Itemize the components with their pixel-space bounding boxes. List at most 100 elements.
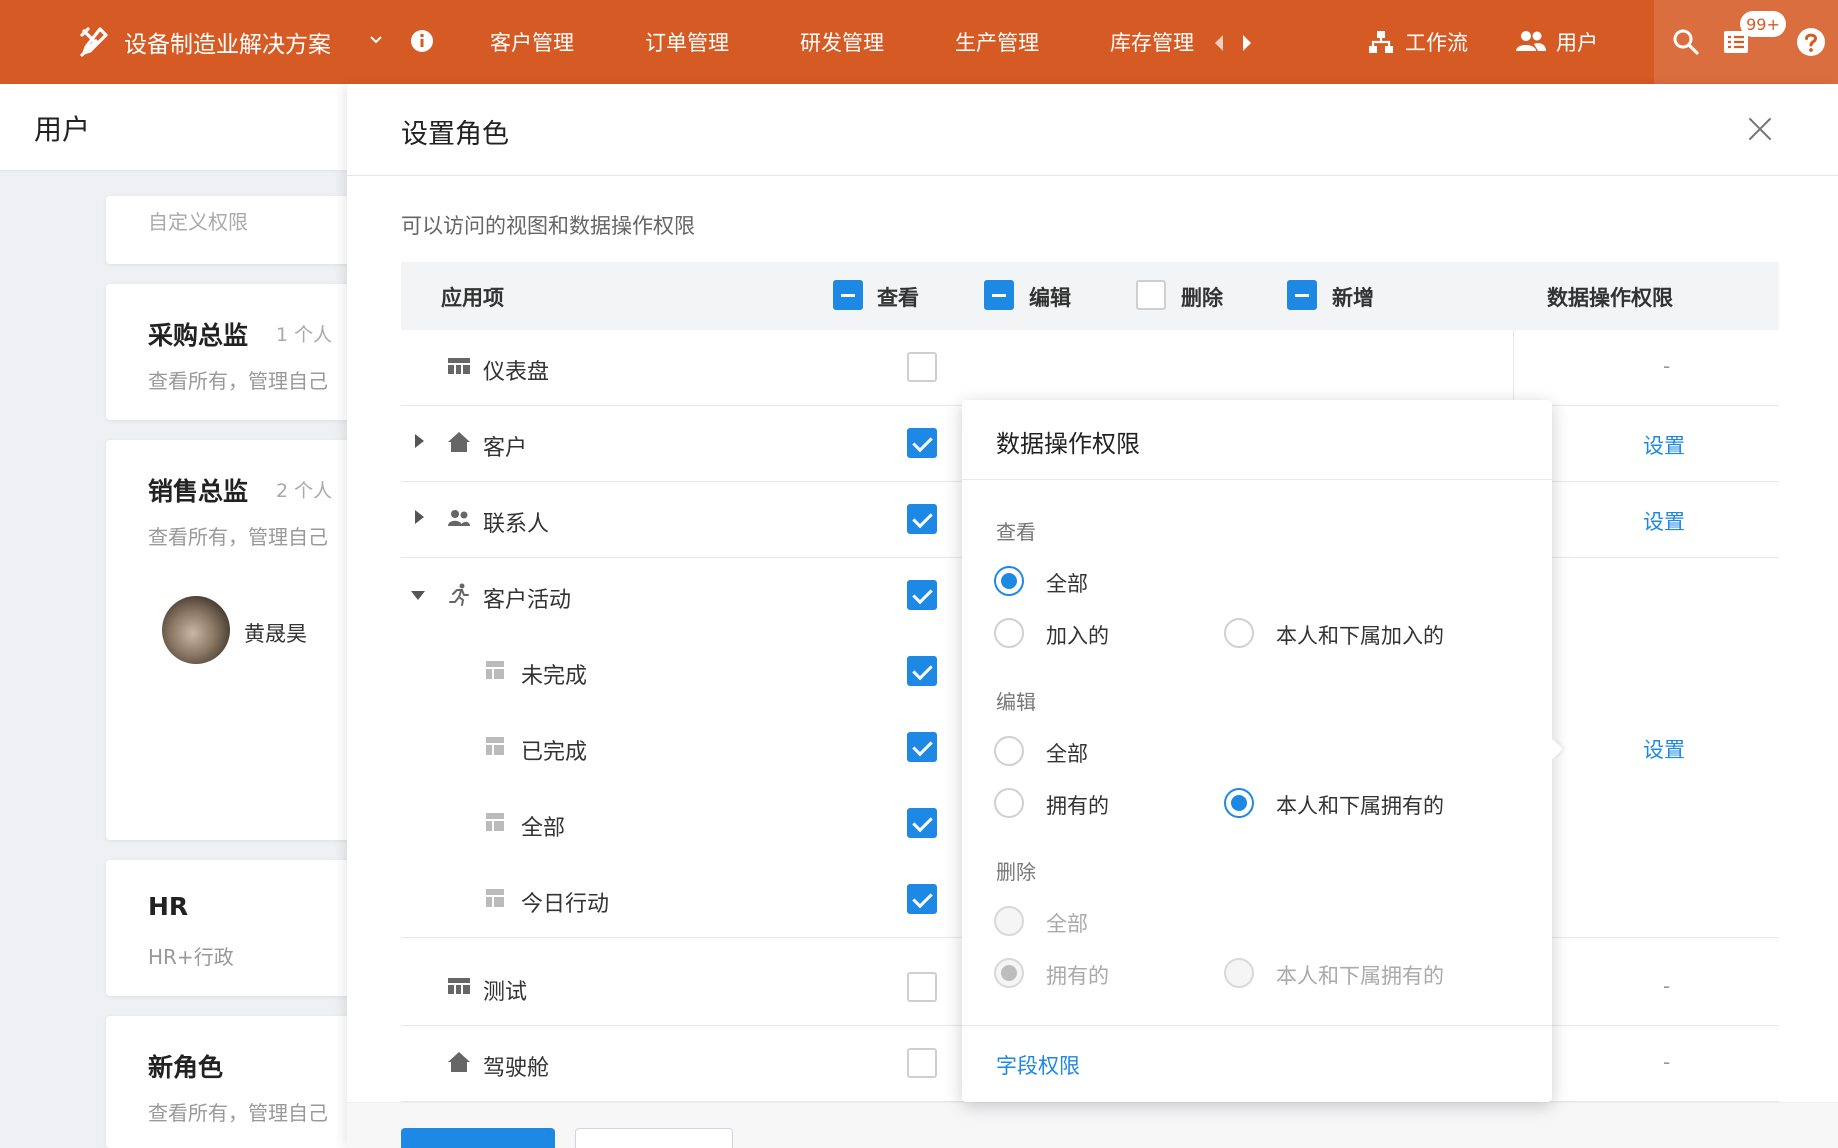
role-desc: 查看所有，管理自己 bbox=[148, 369, 328, 393]
row-label: 全部 bbox=[521, 816, 566, 841]
table-header: 应用项 查看 编辑 删除 新增 数据操作权限 bbox=[401, 262, 1779, 330]
row-perm-value: - bbox=[1663, 974, 1671, 998]
dashboard-icon bbox=[448, 358, 470, 374]
confirm-button[interactable] bbox=[401, 1128, 555, 1148]
row-perm-value: - bbox=[1663, 354, 1671, 378]
row-checkbox[interactable] bbox=[907, 504, 937, 534]
view-joined-radio[interactable] bbox=[994, 618, 1024, 648]
nav-inventory[interactable]: 库存管理 bbox=[1110, 24, 1194, 60]
col-app-item: 应用项 bbox=[441, 286, 504, 310]
view-table-icon bbox=[486, 813, 504, 831]
dashboard-icon bbox=[448, 978, 470, 994]
users-icon bbox=[1516, 30, 1546, 52]
role-member-count: 1 个人 bbox=[276, 324, 333, 346]
edit-all-label[interactable]: 全部 bbox=[1046, 738, 1088, 768]
edit-sub-owned-radio[interactable] bbox=[1224, 788, 1254, 818]
delete-owned-radio bbox=[994, 958, 1024, 988]
view-sub-joined-radio[interactable] bbox=[1224, 618, 1254, 648]
section-edit-label: 编辑 bbox=[996, 690, 1036, 714]
field-permission-link[interactable]: 字段权限 bbox=[996, 1050, 1080, 1080]
chevron-down-icon[interactable] bbox=[368, 32, 384, 48]
role-desc: HR+行政 bbox=[148, 945, 234, 969]
row-checkbox[interactable] bbox=[907, 352, 937, 382]
col-delete: 删除 bbox=[1181, 286, 1223, 310]
expand-icon[interactable] bbox=[415, 510, 424, 524]
row-checkbox[interactable] bbox=[907, 808, 937, 838]
nav-users[interactable]: 用户 bbox=[1556, 24, 1598, 60]
table-row: 仪表盘 - bbox=[401, 330, 1779, 406]
row-checkbox[interactable] bbox=[907, 972, 937, 1002]
row-checkbox[interactable] bbox=[907, 656, 937, 686]
role-title: 销售总监 bbox=[148, 477, 249, 506]
delete-owned-label: 拥有的 bbox=[1046, 964, 1109, 988]
role-card-hr[interactable]: HR HR+行政 bbox=[106, 860, 386, 996]
row-checkbox[interactable] bbox=[907, 884, 937, 914]
roles-sidebar: 用户 自定义权限 采购总监 1 个人 查看所有，管理自己 销售总监 2 个人 查… bbox=[0, 84, 386, 1148]
delete-sub-owned-label: 本人和下属拥有的 bbox=[1276, 964, 1444, 988]
row-checkbox[interactable] bbox=[907, 1048, 937, 1078]
view-all-checkbox[interactable] bbox=[833, 280, 863, 310]
divider bbox=[962, 1025, 1552, 1026]
row-checkbox[interactable] bbox=[907, 580, 937, 610]
view-table-icon bbox=[486, 889, 504, 907]
scroll-left-icon[interactable] bbox=[1213, 34, 1225, 52]
edit-owned-label[interactable]: 拥有的 bbox=[1046, 790, 1109, 820]
cancel-button[interactable] bbox=[575, 1128, 733, 1148]
col-view: 查看 bbox=[877, 286, 919, 310]
tools-icon bbox=[78, 24, 114, 60]
role-member-count: 2 个人 bbox=[276, 480, 333, 502]
help-icon[interactable] bbox=[1796, 27, 1826, 57]
edit-sub-owned-label[interactable]: 本人和下属拥有的 bbox=[1276, 790, 1444, 820]
popover-title: 数据操作权限 bbox=[996, 430, 1140, 458]
row-label: 客户活动 bbox=[483, 588, 572, 613]
view-all-radio[interactable] bbox=[994, 566, 1024, 596]
perm-set-link[interactable]: 设置 bbox=[1643, 430, 1685, 460]
col-edit: 编辑 bbox=[1029, 286, 1071, 310]
view-sub-joined-label[interactable]: 本人和下属加入的 bbox=[1276, 620, 1444, 650]
row-label: 联系人 bbox=[483, 512, 550, 537]
role-desc: 自定义权限 bbox=[148, 210, 248, 234]
row-checkbox[interactable] bbox=[907, 428, 937, 458]
contacts-icon bbox=[448, 510, 470, 526]
add-all-checkbox[interactable] bbox=[1287, 280, 1317, 310]
role-card-purchase[interactable]: 采购总监 1 个人 查看所有，管理自己 bbox=[106, 284, 386, 420]
edit-all-radio[interactable] bbox=[994, 736, 1024, 766]
member-name[interactable]: 黄晟昊 bbox=[244, 618, 307, 648]
role-card-sales[interactable]: 销售总监 2 个人 查看所有，管理自己 黄晟昊 bbox=[106, 440, 386, 840]
app-grid-icon[interactable] bbox=[24, 26, 58, 60]
nav-order[interactable]: 订单管理 bbox=[645, 24, 729, 60]
sidebar-title: 用户 bbox=[34, 113, 91, 146]
top-nav-bar: 设备制造业解决方案 客户管理 订单管理 研发管理 生产管理 库存管理 工作流 用… bbox=[0, 0, 1838, 84]
row-label: 仪表盘 bbox=[483, 360, 550, 385]
edit-owned-radio[interactable] bbox=[994, 788, 1024, 818]
close-icon[interactable] bbox=[1745, 114, 1775, 144]
nav-customer[interactable]: 客户管理 bbox=[490, 24, 574, 60]
perm-set-link[interactable]: 设置 bbox=[1643, 734, 1685, 764]
running-activity-icon bbox=[449, 583, 469, 606]
nav-workflow[interactable]: 工作流 bbox=[1405, 24, 1468, 60]
drawer-title: 设置角色 bbox=[401, 119, 509, 150]
delete-all-checkbox[interactable] bbox=[1136, 280, 1166, 310]
collapse-icon[interactable] bbox=[411, 591, 425, 600]
section-delete-label: 删除 bbox=[996, 860, 1036, 884]
app-title[interactable]: 设备制造业解决方案 bbox=[124, 24, 331, 60]
role-title: 采购总监 bbox=[148, 321, 249, 350]
nav-rnd[interactable]: 研发管理 bbox=[800, 24, 884, 60]
row-checkbox[interactable] bbox=[907, 732, 937, 762]
nav-production[interactable]: 生产管理 bbox=[955, 24, 1039, 60]
view-joined-label[interactable]: 加入的 bbox=[1046, 620, 1109, 650]
view-all-label[interactable]: 全部 bbox=[1046, 568, 1088, 598]
perm-set-link[interactable]: 设置 bbox=[1643, 506, 1685, 536]
scroll-right-icon[interactable] bbox=[1241, 34, 1253, 52]
divider bbox=[1513, 330, 1514, 410]
edit-all-checkbox[interactable] bbox=[984, 280, 1014, 310]
search-icon[interactable] bbox=[1672, 28, 1700, 56]
row-label: 客户 bbox=[483, 436, 528, 461]
info-icon[interactable] bbox=[410, 29, 434, 53]
role-desc: 查看所有，管理自己 bbox=[148, 1101, 328, 1125]
role-card-new[interactable]: 新角色 查看所有，管理自己 bbox=[106, 1016, 386, 1148]
avatar[interactable] bbox=[162, 596, 230, 664]
notification-badge: 99+ bbox=[1740, 11, 1786, 37]
role-card-custom[interactable]: 自定义权限 bbox=[106, 196, 386, 264]
expand-icon[interactable] bbox=[415, 434, 424, 448]
